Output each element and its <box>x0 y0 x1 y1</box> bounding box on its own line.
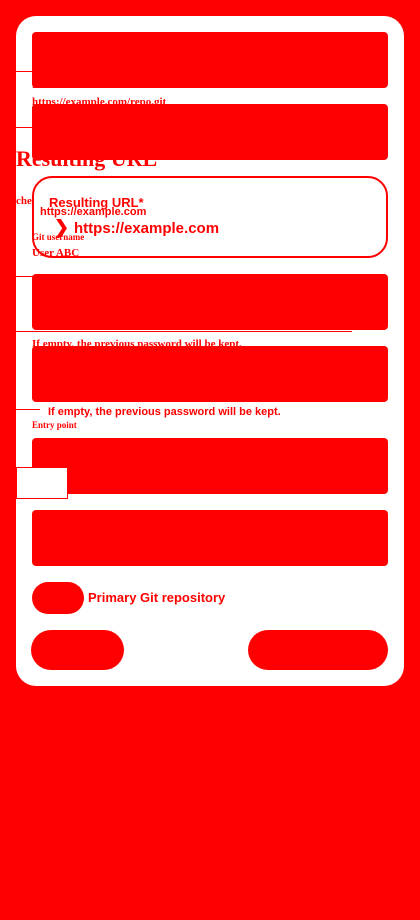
resulting-url-prefix: che <box>16 195 32 207</box>
field-divider <box>0 71 40 72</box>
field-divider <box>0 127 40 128</box>
save-button[interactable] <box>248 630 388 670</box>
resulting-url-box: Resulting URL* https://example.com ❯ htt… <box>32 176 388 258</box>
repository-form-card: Name other name card https://example.com… <box>0 16 404 686</box>
git-username-label: Git username <box>32 232 85 242</box>
git-username-field[interactable] <box>32 274 388 330</box>
resulting-url-heading: Resulting URL* <box>16 146 169 171</box>
entry-point-field[interactable] <box>32 438 388 494</box>
git-password-field[interactable] <box>32 346 388 402</box>
git-username-value: User ABC <box>32 247 80 259</box>
field-divider <box>0 409 40 410</box>
field-divider <box>0 331 352 332</box>
password-hint: If empty, the previous password will be … <box>48 406 281 418</box>
primary-repository-label: Primary Git repository <box>88 590 226 605</box>
name-subtitle: Name other name card <box>32 79 140 91</box>
cancel-button[interactable] <box>31 630 124 670</box>
resulting-url-value-large: https://example.com <box>74 220 220 237</box>
extra-field[interactable] <box>32 510 388 566</box>
entry-point-marker <box>16 467 68 499</box>
entry-point-label: Entry point <box>32 420 77 430</box>
primary-repository-toggle[interactable] <box>32 582 84 614</box>
